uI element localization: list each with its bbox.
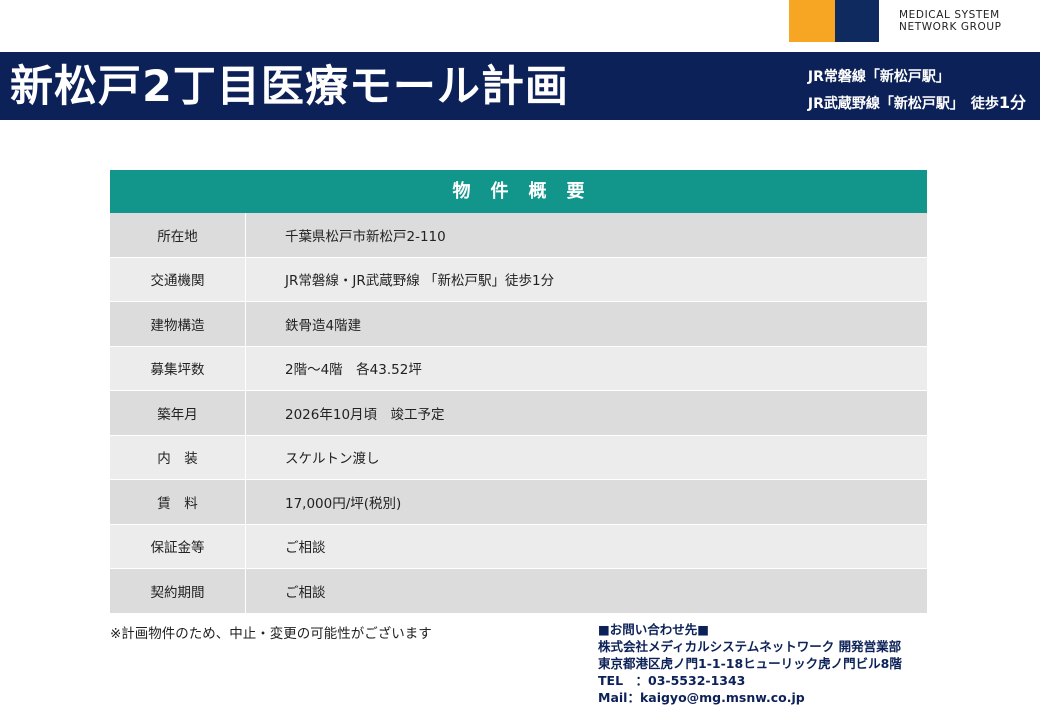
access-line-2-minutes: 1分 [998,93,1026,112]
row-label: 保証金等 [110,524,246,568]
row-label: 築年月 [110,391,246,435]
row-value: スケルトン渡し [285,451,380,468]
table-row: 賃 料 17,000円/坪(税別) [110,480,927,525]
row-value: 17,000円/坪(税別) [285,495,402,512]
table-row: 築年月 2026年10月頃 竣工予定 [110,391,927,436]
logo-navy-block [835,0,879,42]
logo-line-1: MEDICAL SYSTEM [899,9,1000,21]
row-label: 交通機関 [110,257,246,301]
table-row: 交通機関 JR常磐線・JR武蔵野線 「新松戸駅」徒歩1分 [110,257,927,302]
disclaimer-note: ※計画物件のため、中止・変更の可能性がございます [110,626,432,642]
access-line-2-station: JR武蔵野線「新松戸駅」 徒歩 [807,96,999,112]
row-label: 所在地 [110,213,246,257]
property-overview-table: 所在地 千葉県松戸市新松戸2-110 交通機関 JR常磐線・JR武蔵野線 「新松… [110,213,927,614]
contact-address: 東京都港区虎ノ門1-1-18ヒューリック虎ノ門ビル8階 [598,656,902,671]
table-row: 内 装 スケルトン渡し [110,435,927,480]
company-logo-text: MEDICAL SYSTEM NETWORK GROUP [899,9,1039,33]
access-line-2: JR武蔵野線「新松戸駅」 徒歩1分 [808,90,1026,117]
row-value: 鉄骨造4階建 [285,317,362,334]
row-label: 賃 料 [110,480,246,524]
row-value: ご相談 [285,584,326,601]
row-label: 契約期間 [110,569,246,613]
row-value: 2階～4階 各43.52坪 [285,362,422,379]
contact-heading: ■お問い合わせ先■ [598,622,710,637]
row-label: 募集坪数 [110,346,246,390]
contact-block: ■お問い合わせ先■ 株式会社メディカルシステムネットワーク 開発営業部 東京都港… [598,621,902,706]
logo-orange-block [789,0,835,42]
row-value: 2026年10月頃 竣工予定 [285,406,445,423]
table-row: 建物構造 鉄骨造4階建 [110,302,927,347]
access-info: JR常磐線「新松戸駅」 JR武蔵野線「新松戸駅」 徒歩1分 [808,64,1026,117]
access-line-1: JR常磐線「新松戸駅」 [807,69,950,85]
row-label: 建物構造 [110,302,246,346]
row-label: 内 装 [110,435,246,479]
contact-tel: TEL ：03-5532-1343 [598,673,746,688]
contact-company: 株式会社メディカルシステムネットワーク 開発営業部 [598,639,902,654]
row-value: 千葉県松戸市新松戸2-110 [285,228,446,245]
row-value: ご相談 [285,540,326,557]
table-row: 契約期間 ご相談 [110,569,927,614]
property-overview-heading: 物件概要 [110,170,927,213]
table-row: 募集坪数 2階～4階 各43.52坪 [110,346,927,391]
page-title: 新松戸2丁目医療モール計画 [10,62,569,112]
row-value: JR常磐線・JR武蔵野線 「新松戸駅」徒歩1分 [285,273,555,290]
logo-line-2: NETWORK GROUP [899,21,1002,33]
table-row: 保証金等 ご相談 [110,524,927,569]
contact-mail: Mail：kaigyo@mg.msnw.co.jp [598,690,805,705]
table-row: 所在地 千葉県松戸市新松戸2-110 [110,213,927,258]
